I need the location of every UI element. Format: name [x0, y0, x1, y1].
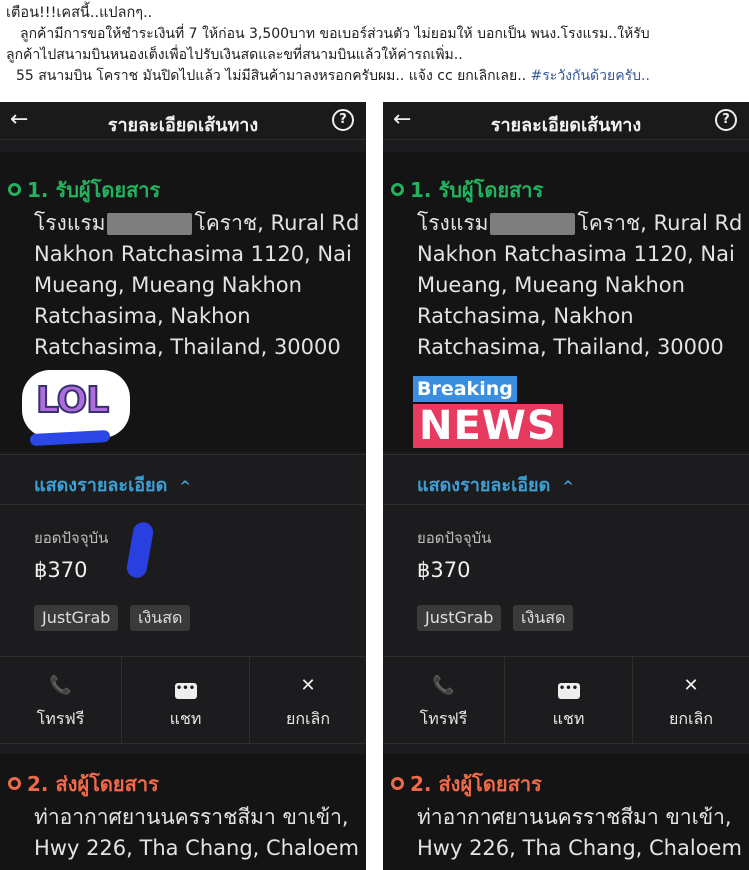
- show-details-text: แสดงรายละเอียด: [417, 475, 551, 496]
- screenshot-gap: [366, 102, 383, 870]
- fare-value: ฿370: [34, 558, 88, 582]
- call-button[interactable]: 📞 โทรฟรี: [0, 657, 122, 745]
- divider: [383, 454, 749, 455]
- post-line-3: ลูกค้าไปสนามบินหนองเต็งเพื่อไปรับเงินสดแ…: [6, 47, 463, 63]
- dropoff-section: 2. ส่งผู้โดยสาร ท่าอากาศยานนครราชสีมา ขา…: [0, 754, 366, 870]
- fare-value: ฿370: [417, 558, 471, 582]
- chevron-up-icon: ^: [562, 479, 575, 495]
- chat-icon-wrap: •••: [505, 675, 632, 699]
- close-icon: ✕: [683, 675, 699, 696]
- post-line-1: เตือน!!!เคสนี้..แปลกๆ..: [6, 5, 153, 21]
- divider: [0, 454, 366, 455]
- facebook-post-text: เตือน!!!เคสนี้..แปลกๆ.. ลูกค้ามีการขอให้…: [0, 0, 749, 102]
- divider: [0, 504, 366, 505]
- help-icon[interactable]: ?: [332, 109, 354, 131]
- show-details-text: แสดงรายละเอียด: [34, 475, 168, 496]
- call-label: โทรฟรี: [36, 709, 85, 728]
- payment-chip: เงินสด: [513, 605, 574, 631]
- post-line-4: 55 สนามบิน โคราช มันปิดไปแล้ว ไม่มีสินค้…: [6, 66, 743, 87]
- pickup-dot-icon: [8, 183, 21, 196]
- service-chip: JustGrab: [34, 605, 119, 631]
- screenshot-left: ← รายละเอียดเส้นทาง ? 1. รับผู้โดยสาร โร…: [0, 102, 366, 870]
- call-button[interactable]: 📞 โทรฟรี: [383, 657, 505, 745]
- cancel-button[interactable]: ✕ ยกเลิก: [250, 657, 366, 745]
- dropoff-dot-icon: [391, 777, 404, 790]
- screenshot-right: ← รายละเอียดเส้นทาง ? 1. รับผู้โดยสาร โร…: [383, 102, 749, 870]
- pickup-address: โรงแรม โคราช, Rural Rd Nakhon Ratchasima …: [417, 208, 747, 363]
- pickup-label: 1. รับผู้โดยสาร: [391, 174, 543, 206]
- blue-scribble: [125, 520, 155, 580]
- pickup-address-prefix: โรงแรม: [34, 211, 106, 235]
- dropoff-address: ท่าอากาศยานนครราชสีมา ขาเข้า, Hwy 226, T…: [34, 805, 359, 860]
- dropoff-label: 2. ส่งผู้โดยสาร: [8, 768, 159, 800]
- post-line-2: ลูกค้ามีการขอให้ชำระเงินที่ 7 ให้ก่อน 3,…: [20, 26, 650, 42]
- action-bar: 📞 โทรฟรี ••• แชท ✕ ยกเลิก: [383, 656, 749, 745]
- pickup-label-text: 1. รับผู้โดยสาร: [410, 178, 544, 202]
- service-chip: JustGrab: [417, 605, 502, 631]
- chat-icon: •••: [557, 683, 580, 699]
- cancel-button[interactable]: ✕ ยกเลิก: [633, 657, 749, 745]
- call-label: โทรฟรี: [419, 709, 468, 728]
- phone-icon: 📞: [49, 675, 72, 696]
- news-sticker: NEWS: [413, 404, 563, 448]
- pickup-address: โรงแรม โคราช, Rural Rd Nakhon Ratchasima …: [34, 208, 364, 363]
- action-bar: 📞 โทรฟรี ••• แชท ✕ ยกเลิก: [0, 656, 366, 745]
- chat-button[interactable]: ••• แชท: [122, 657, 250, 745]
- chat-icon: •••: [174, 683, 197, 699]
- dropoff-label-text: 2. ส่งผู้โดยสาร: [27, 772, 159, 796]
- dropoff-section: 2. ส่งผู้โดยสาร ท่าอากาศยานนครราชสีมา ขา…: [383, 754, 749, 870]
- lol-sticker: LOL: [22, 370, 130, 438]
- pickup-address-prefix: โรงแรม: [417, 211, 489, 235]
- page-title: รายละเอียดเส้นทาง: [490, 115, 642, 136]
- cancel-label: ยกเลิก: [285, 709, 331, 728]
- dropoff-label: 2. ส่งผู้โดยสาร: [391, 768, 542, 800]
- hashtag-link[interactable]: #ระวังกันด้วยครับ..: [531, 68, 650, 84]
- cancel-label: ยกเลิก: [668, 709, 714, 728]
- phone-icon: 📞: [432, 675, 455, 696]
- help-icon[interactable]: ?: [715, 109, 737, 131]
- redacted-blur: [107, 213, 193, 235]
- top-bar: ← รายละเอียดเส้นทาง ?: [383, 102, 749, 140]
- pickup-label: 1. รับผู้โดยสาร: [8, 174, 160, 206]
- pickup-label-text: 1. รับผู้โดยสาร: [27, 178, 161, 202]
- chat-button[interactable]: ••• แชท: [505, 657, 633, 745]
- payment-chip: เงินสด: [130, 605, 191, 631]
- pickup-dot-icon: [391, 183, 404, 196]
- chat-label: แชท: [552, 709, 585, 728]
- post-line-4-text: 55 สนามบิน โคราช มันปิดไปแล้ว ไม่มีสินค้…: [16, 68, 527, 84]
- divider: [383, 504, 749, 505]
- fare-label: ยอดปัจจุบัน: [34, 529, 109, 547]
- dropoff-label-text: 2. ส่งผู้โดยสาร: [410, 772, 542, 796]
- chevron-up-icon: ^: [179, 479, 192, 495]
- page-title: รายละเอียดเส้นทาง: [107, 115, 259, 136]
- chat-icon-wrap: •••: [122, 675, 249, 699]
- close-icon: ✕: [300, 675, 316, 696]
- top-bar: ← รายละเอียดเส้นทาง ?: [0, 102, 366, 140]
- redacted-blur: [490, 213, 576, 235]
- breaking-sticker: Breaking: [413, 376, 517, 402]
- dropoff-dot-icon: [8, 777, 21, 790]
- dropoff-address: ท่าอากาศยานนครราชสีมา ขาเข้า, Hwy 226, T…: [417, 805, 742, 860]
- show-details-link[interactable]: แสดงรายละเอียด ^: [417, 470, 574, 499]
- lol-text: LOL: [35, 379, 110, 422]
- show-details-link[interactable]: แสดงรายละเอียด ^: [34, 470, 191, 499]
- fare-label: ยอดปัจจุบัน: [417, 529, 492, 547]
- chat-label: แชท: [169, 709, 202, 728]
